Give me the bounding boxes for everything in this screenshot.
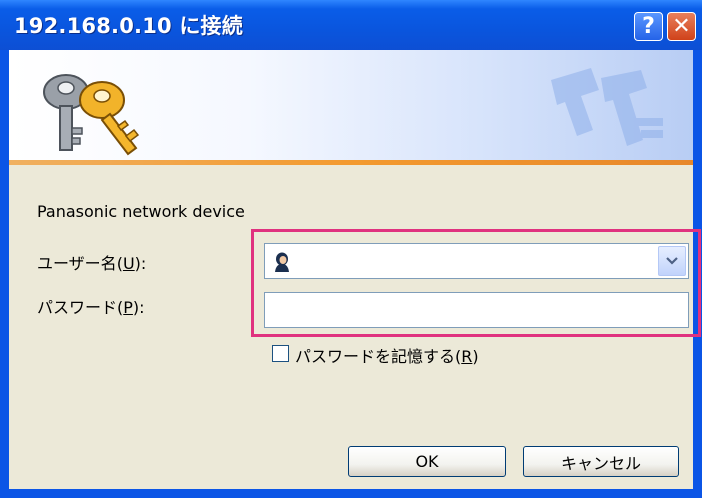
dialog-body: Panasonic network device ユーザー名(U): パスワード…	[9, 165, 701, 489]
close-icon: ✕	[672, 14, 691, 39]
window-title: 192.168.0.10 に接続	[14, 14, 243, 38]
close-button[interactable]: ✕	[667, 12, 696, 41]
username-label-text: ユーザー名	[37, 254, 117, 273]
remember-mnemonic: R	[461, 347, 473, 366]
watermark-keys-icon	[551, 68, 663, 146]
help-button[interactable]: ?	[634, 12, 663, 41]
keys-icon	[43, 74, 140, 156]
title-bar: 192.168.0.10 に接続 ? ✕	[0, 0, 702, 50]
user-icon	[275, 252, 289, 272]
remember-label-text: パスワードを記憶する	[295, 347, 456, 366]
login-dialog: 192.168.0.10 に接続 ? ✕ Panasonic network d…	[0, 0, 702, 498]
help-icon: ?	[642, 14, 655, 39]
realm-text: Panasonic network device	[37, 202, 245, 221]
password-label-text: パスワード	[37, 298, 118, 317]
username-label: ユーザー名(U):	[37, 254, 147, 273]
remember-password-checkbox[interactable]	[272, 345, 289, 362]
password-input[interactable]	[264, 292, 689, 328]
window-bottom-border	[0, 489, 702, 498]
username-mnemonic: U	[122, 254, 135, 273]
username-dropdown-button[interactable]	[658, 246, 686, 276]
ok-button[interactable]: OK	[348, 446, 506, 477]
chevron-down-icon	[666, 257, 678, 265]
remember-password-label[interactable]: パスワードを記憶する(R)	[295, 343, 479, 367]
password-mnemonic: P	[123, 298, 133, 317]
username-combobox[interactable]	[264, 243, 689, 279]
cancel-button[interactable]: キャンセル	[523, 446, 679, 477]
password-label: パスワード(P):	[37, 298, 145, 317]
